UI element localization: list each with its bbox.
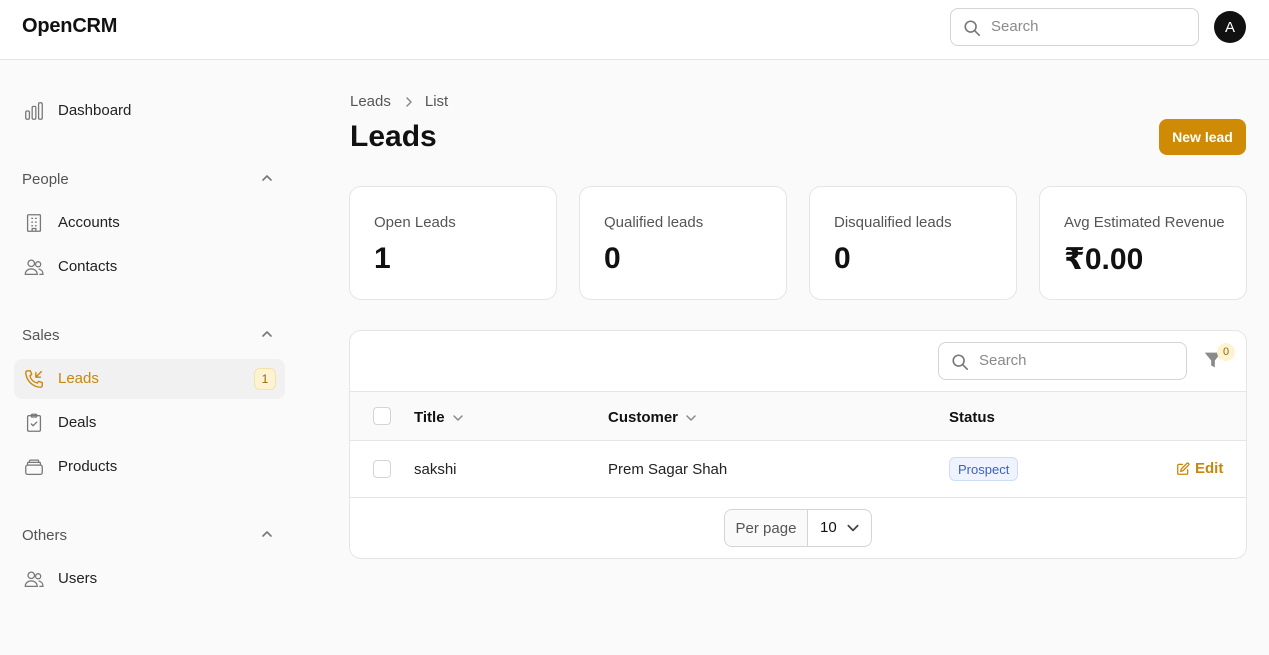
chevron-right-icon <box>406 96 412 107</box>
stat-card-qualified-leads: Qualified leads 0 <box>579 186 787 300</box>
table-row[interactable]: sakshi Prem Sagar Shah Prospect Edit <box>350 441 1246 498</box>
filter-count-badge: 0 <box>1217 343 1235 361</box>
clipboard-check-icon <box>26 413 42 432</box>
column-header-label: Customer <box>608 409 679 426</box>
stat-value: ₹0.00 <box>1064 243 1144 276</box>
building-icon <box>26 214 42 232</box>
chevron-up-icon[interactable] <box>259 170 275 186</box>
sidebar-item-accounts[interactable]: Accounts <box>14 203 285 243</box>
column-header-customer[interactable]: Customer <box>608 409 697 426</box>
sidebar-item-label: Contacts <box>58 258 118 275</box>
table-search[interactable] <box>938 342 1187 380</box>
edit-button[interactable]: Edit <box>1176 460 1223 477</box>
per-page-value: 10 <box>820 519 837 536</box>
column-header-title[interactable]: Title <box>414 409 464 426</box>
table-header: Title Customer Status <box>350 391 1246 441</box>
sidebar-item-contacts[interactable]: Contacts <box>14 247 285 287</box>
breadcrumb-leads[interactable]: Leads <box>350 93 391 110</box>
table-search-input[interactable] <box>979 352 1174 369</box>
search-icon <box>964 20 981 37</box>
edit-label: Edit <box>1195 460 1224 477</box>
group-label-people: People <box>22 171 69 188</box>
column-header-label: Status <box>949 409 995 426</box>
cell-customer: Prem Sagar Shah <box>608 461 728 478</box>
sidebar: Dashboard People Accounts Contacts Sales… <box>0 60 300 655</box>
chevron-up-icon[interactable] <box>259 326 275 342</box>
stat-label: Qualified leads <box>604 214 704 231</box>
pagination: Per page 10 <box>724 509 872 547</box>
column-header-label: Title <box>414 409 445 426</box>
sidebar-item-leads[interactable]: Leads 1 <box>14 359 285 399</box>
stat-value: 1 <box>374 242 391 275</box>
chevron-down-icon <box>847 524 859 532</box>
stat-card-open-leads: Open Leads 1 <box>349 186 557 300</box>
sidebar-item-products[interactable]: Products <box>14 447 285 487</box>
top-bar: OpenCRM A <box>0 0 1269 60</box>
global-search[interactable] <box>950 8 1199 46</box>
global-search-input[interactable] <box>991 18 1186 35</box>
group-label-sales: Sales <box>22 327 60 344</box>
stack-icon <box>25 459 43 475</box>
edit-icon <box>1177 461 1190 475</box>
row-checkbox[interactable] <box>373 460 391 478</box>
sidebar-item-label: Users <box>58 570 98 587</box>
users-icon <box>24 571 44 587</box>
column-header-status: Status <box>949 409 995 426</box>
stat-value: 0 <box>834 242 851 275</box>
sidebar-item-label: Leads <box>58 370 99 387</box>
leads-count-badge: 1 <box>254 368 276 390</box>
sidebar-item-label: Dashboard <box>58 102 132 119</box>
search-icon <box>952 354 969 371</box>
app-brand[interactable]: OpenCRM <box>22 15 117 38</box>
sidebar-item-label: Deals <box>58 414 97 431</box>
chevron-up-icon[interactable] <box>259 526 275 542</box>
select-all-checkbox[interactable] <box>373 407 391 425</box>
stat-card-disqualified-leads: Disqualified leads 0 <box>809 186 1017 300</box>
stat-label: Open Leads <box>374 214 456 231</box>
sidebar-item-deals[interactable]: Deals <box>14 403 285 443</box>
new-lead-button[interactable]: New lead <box>1159 119 1246 155</box>
chevron-down-icon <box>452 414 463 421</box>
cell-title: sakshi <box>414 461 457 478</box>
breadcrumb: Leads List <box>350 93 448 110</box>
stat-value: 0 <box>604 242 621 275</box>
sidebar-item-label: Accounts <box>58 214 120 231</box>
leads-table: 0 Title Customer Status sakshi Prem Saga… <box>349 330 1247 559</box>
group-label-others: Others <box>22 527 68 544</box>
phone-incoming-icon <box>25 370 43 388</box>
page-title: Leads <box>350 120 437 153</box>
sidebar-item-users[interactable]: Users <box>14 559 285 599</box>
users-icon <box>24 259 44 275</box>
stat-label: Avg Estimated Revenue <box>1064 214 1225 231</box>
per-page-select[interactable]: 10 <box>808 510 871 546</box>
status-badge: Prospect <box>949 457 1019 481</box>
user-avatar[interactable]: A <box>1214 11 1246 43</box>
sidebar-item-label: Products <box>58 458 118 475</box>
sidebar-item-dashboard[interactable]: Dashboard <box>14 91 285 131</box>
stat-label: Disqualified leads <box>834 214 952 231</box>
stat-card-avg-revenue: Avg Estimated Revenue ₹0.00 <box>1039 186 1247 300</box>
chart-bar-icon <box>25 102 43 120</box>
chevron-down-icon <box>686 414 696 421</box>
per-page-label: Per page <box>725 510 808 546</box>
breadcrumb-list: List <box>424 93 449 110</box>
